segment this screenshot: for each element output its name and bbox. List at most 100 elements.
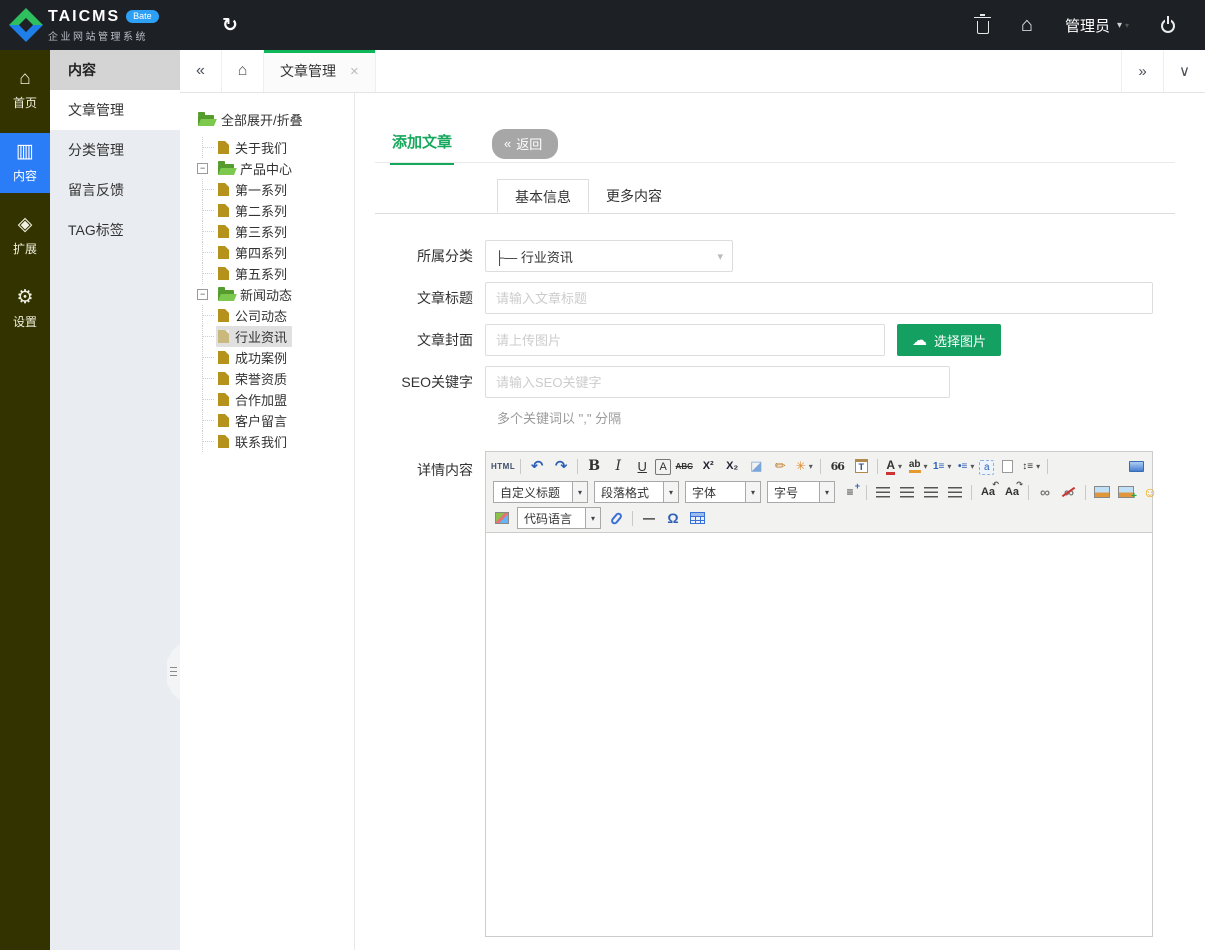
chevron-down-icon: ▾ [1117, 20, 1129, 31]
tree-node[interactable]: 合作加盟 [180, 389, 354, 410]
indent-icon[interactable]: ≡ [839, 481, 861, 503]
tree-node[interactable]: 第四系列 [180, 242, 354, 263]
bold-icon[interactable]: B [583, 455, 605, 477]
tree-node[interactable]: 产品中心 [180, 158, 354, 179]
tabs-scroll-left-icon[interactable]: « [180, 50, 222, 92]
align-justify-icon[interactable] [944, 481, 966, 503]
font-style-icon[interactable]: A [655, 459, 671, 475]
tree-connector [198, 347, 216, 368]
sidebar-menu: 文章管理 分类管理 留言反馈 TAG标签 [50, 90, 180, 250]
remove-format-icon[interactable]: ◪ [745, 455, 767, 477]
paragraph-format-select[interactable]: 段落格式 ▾ [594, 481, 679, 503]
category-row: 所属分类 ├— 行业资讯 ▾ [375, 240, 1205, 272]
form-tab[interactable]: 基本信息 [497, 179, 589, 213]
tree-node[interactable]: 关于我们 [180, 137, 354, 158]
sidebar-item[interactable]: 留言反馈 [50, 170, 180, 210]
font-family-select[interactable]: 字体 ▾ [685, 481, 761, 503]
tree-node-icon [218, 309, 229, 322]
align-right-icon[interactable] [920, 481, 942, 503]
seo-keywords-input[interactable] [485, 366, 950, 398]
user-menu[interactable]: 管理员 ▾ [1065, 15, 1129, 36]
seo-row: SEO关键字 [375, 366, 1205, 398]
logout-power-icon[interactable] [1161, 19, 1175, 33]
link-icon[interactable]: ∞ [1034, 481, 1056, 503]
redo-icon[interactable]: ↷ [550, 455, 572, 477]
tab-article-manage[interactable]: 文章管理 × [264, 50, 376, 92]
tree-node[interactable]: 行业资讯 [180, 326, 354, 347]
format-brush-icon[interactable]: ✏ [769, 455, 791, 477]
refresh-icon[interactable]: ↻ [222, 0, 238, 50]
font-color-icon[interactable]: A [883, 455, 905, 477]
blockquote-icon[interactable]: 66 [826, 455, 848, 477]
tree-node[interactable]: 荣誉资质 [180, 368, 354, 389]
tree-node[interactable]: 公司动态 [180, 305, 354, 326]
form-tab[interactable]: 更多内容 [589, 179, 679, 213]
code-language-select[interactable]: 代码语言 ▾ [517, 507, 601, 529]
anchor-icon[interactable]: a [979, 460, 994, 475]
batch-image-icon[interactable] [1115, 481, 1137, 503]
app-logo[interactable]: TAICMS Bate 企业网站管理系统 [12, 8, 159, 43]
back-button[interactable]: « 返回 [492, 129, 558, 159]
tree-node[interactable]: 第三系列 [180, 221, 354, 242]
lowercase-icon[interactable]: Aa [1001, 481, 1023, 503]
nav-item-extend[interactable]: ◈ 扩展 [0, 206, 50, 266]
home-icon[interactable]: ⌂ [1021, 15, 1033, 35]
sidebar-item[interactable]: TAG标签 [50, 210, 180, 250]
fullscreen-icon[interactable] [1125, 455, 1147, 477]
unlink-icon[interactable]: ∞ [1058, 481, 1080, 503]
underline-icon[interactable]: U [631, 455, 653, 477]
tree-node[interactable]: 客户留言 [180, 410, 354, 431]
tree-node-icon [218, 435, 229, 448]
tree-expand-all-toggle[interactable]: 全部展开/折叠 [180, 93, 354, 137]
horizontal-rule-icon[interactable]: — [638, 507, 660, 529]
tab-close-icon[interactable]: × [350, 63, 359, 80]
tabs-scroll-right-icon[interactable]: » [1121, 50, 1163, 92]
paste-as-text-icon[interactable]: T [850, 455, 872, 477]
superscript-icon[interactable]: X² [697, 455, 719, 477]
strikethrough-icon[interactable]: ABC [673, 455, 695, 477]
sidebar-item[interactable]: 分类管理 [50, 130, 180, 170]
auto-typeset-icon[interactable]: ✳ [793, 455, 815, 477]
highlight-color-icon[interactable]: ab [907, 455, 929, 477]
table-icon[interactable] [686, 507, 708, 529]
undo-icon[interactable]: ↶ [526, 455, 548, 477]
trash-icon[interactable] [977, 21, 989, 34]
align-left-icon[interactable] [872, 481, 894, 503]
italic-icon[interactable]: I [607, 455, 629, 477]
emoticon-icon[interactable]: ☺ [1139, 481, 1161, 503]
new-page-icon[interactable] [996, 455, 1018, 477]
tab-home-icon[interactable]: ⌂ [222, 50, 264, 92]
nav-item-content[interactable]: ▥ 内容 [0, 133, 50, 193]
tree-node[interactable]: 联系我们 [180, 431, 354, 452]
line-height-icon[interactable]: ↕≡ [1020, 455, 1042, 477]
tabs-menu-icon[interactable]: ∨ [1163, 50, 1205, 92]
attachment-icon[interactable] [605, 507, 627, 529]
unordered-list-icon[interactable]: •≡ [955, 455, 977, 477]
tree-node[interactable]: 第一系列 [180, 179, 354, 200]
choose-image-button[interactable]: ☁ 选择图片 [897, 324, 1001, 356]
tree-node[interactable]: 第五系列 [180, 263, 354, 284]
align-center-icon[interactable] [896, 481, 918, 503]
map-icon[interactable] [491, 507, 513, 529]
nav-item-home[interactable]: ⌂ 首页 [0, 60, 50, 120]
ordered-list-icon[interactable]: 1≡ [931, 455, 953, 477]
heading-select[interactable]: 自定义标题 ▾ [493, 481, 588, 503]
title-input[interactable] [485, 282, 1153, 314]
editor-body[interactable] [486, 533, 1152, 936]
tree-node[interactable]: 成功案例 [180, 347, 354, 368]
font-size-select[interactable]: 字号 ▾ [767, 481, 835, 503]
main-content: 添加文章 « 返回 基本信息 更多内容 所属分类 ├— 行业资讯 ▾ [355, 93, 1205, 950]
tree-node[interactable]: 第二系列 [180, 200, 354, 221]
tree-node[interactable]: 新闻动态 [180, 284, 354, 305]
tree-node-icon [218, 414, 229, 427]
subscript-icon[interactable]: X₂ [721, 455, 743, 477]
special-char-icon[interactable]: Ω [662, 507, 684, 529]
uppercase-icon[interactable]: Aa [977, 481, 999, 503]
cover-input[interactable] [485, 324, 885, 356]
page-tab-add-article[interactable]: 添加文章 [390, 129, 454, 165]
nav-item-settings[interactable]: ⚙ 设置 [0, 279, 50, 339]
category-select[interactable]: ├— 行业资讯 ▾ [485, 240, 733, 272]
source-code-icon[interactable]: HTML [491, 455, 515, 477]
sidebar-item[interactable]: 文章管理 [50, 90, 180, 130]
insert-image-icon[interactable] [1091, 481, 1113, 503]
